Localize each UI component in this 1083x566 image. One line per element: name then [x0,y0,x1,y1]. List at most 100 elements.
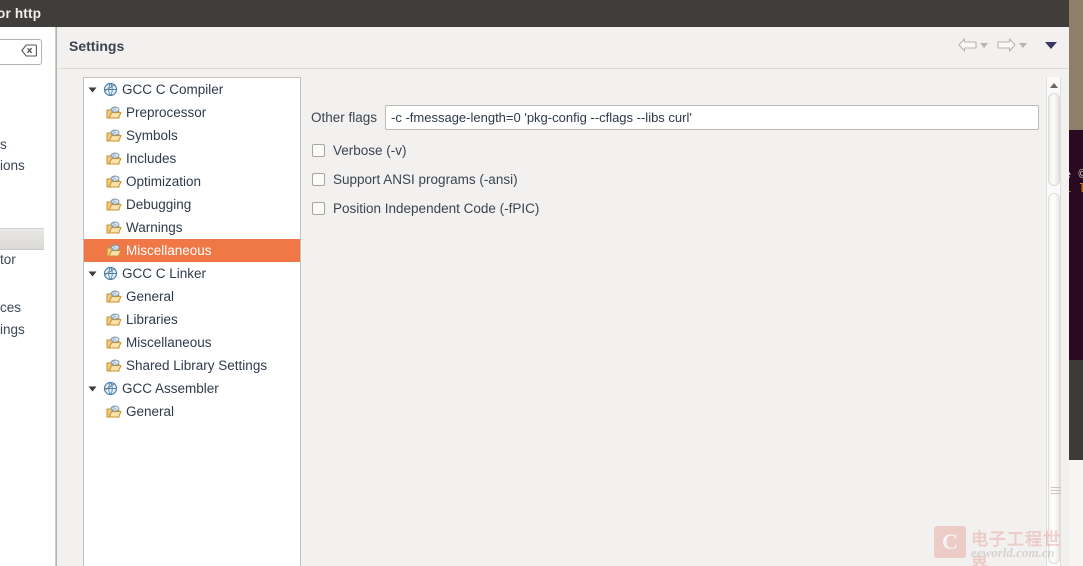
dialog-header: Settings [57,27,1069,69]
chevron-down-icon[interactable] [980,42,988,48]
clear-icon[interactable] [20,44,38,60]
folder-icon [106,198,122,210]
top-panel-bar: or http [0,0,1069,27]
tree-item-warnings[interactable]: Warnings [84,216,300,239]
tree-expand-toggle[interactable] [84,270,100,278]
checkbox-label: Support ANSI programs (-ansi) [333,172,518,187]
background-text-fragment: s [0,137,7,152]
scroll-up-arrow-icon[interactable] [1048,78,1060,92]
tree-item-optimization[interactable]: Optimization [84,170,300,193]
forward-arrow-icon [997,38,1016,52]
folder-icon [106,290,122,302]
tree-item-label: Preprocessor [126,105,207,120]
back-arrow-icon [958,38,977,52]
folder-icon [106,175,122,187]
settings-tree[interactable]: GCC C Compiler Preprocessor Symbols Include… [83,77,301,566]
folder-icon [104,244,124,258]
background-list-highlight [0,228,44,250]
checkbox-row-position-independent-code-fpic[interactable]: Position Independent Code (-fPIC) [312,201,539,216]
background-text-fragment: ions [0,158,25,173]
folder-icon [106,359,122,371]
other-flags-row: Other flags [311,105,1039,130]
tree-item-general[interactable]: General [84,400,300,423]
tree-item-label: Optimization [126,174,202,189]
tree-item-label: GCC Assembler [122,381,219,396]
compiler-icon [103,82,117,97]
folder-icon [104,405,124,419]
scrollbar-thumb-upper[interactable] [1048,93,1060,186]
tree-item-label: GCC C Linker [122,266,207,281]
folder-icon [104,198,124,212]
tree-item-debugging[interactable]: Debugging [84,193,300,216]
folder-icon [104,336,124,350]
folder-icon [104,175,124,189]
view-menu-icon[interactable] [1045,41,1057,49]
folder-icon [104,152,124,166]
tree-item-label: General [126,289,175,304]
settings-content-pane: Other flags Verbose (-v) Support ANSI pro… [303,77,1047,566]
header-navigation [958,38,1057,52]
folder-icon [104,313,124,327]
tree-item-includes[interactable]: Includes [84,147,300,170]
top-panel-title: or http [0,6,42,21]
background-window-left: s ions tor ces ings [0,27,56,566]
tree-expand-toggle[interactable] [84,86,100,94]
forward-button[interactable] [997,38,1027,52]
scrollbar-thumb-lower[interactable] [1048,193,1061,564]
tree-item-miscellaneous[interactable]: Miscellaneous [84,331,300,354]
tree-item-gcc-assembler[interactable]: GCC Assembler [84,377,300,400]
tree-item-label: Shared Library Settings [126,358,268,373]
other-flags-input[interactable] [385,105,1039,130]
folder-icon [104,221,124,235]
tree-item-label: GCC C Compiler [122,82,224,97]
other-flags-label: Other flags [311,110,378,125]
tree-item-label: Warnings [126,220,183,235]
checkbox-input[interactable] [312,144,325,157]
folder-icon [104,290,124,304]
tree-item-shared-library-settings[interactable]: Shared Library Settings [84,354,300,377]
compiler-icon [103,266,117,281]
folder-icon [106,336,122,348]
tree-item-miscellaneous[interactable]: Miscellaneous [84,239,300,262]
tree-item-general[interactable]: General [84,285,300,308]
folder-icon [104,359,124,373]
compiler-icon [100,82,120,97]
checkbox-row-verbose-v[interactable]: Verbose (-v) [312,143,407,158]
compiler-icon [100,381,120,396]
back-button[interactable] [958,38,988,52]
folder-icon [104,106,124,120]
background-text-fragment: ings [0,322,25,337]
tree-item-symbols[interactable]: Symbols [84,124,300,147]
checkbox-input[interactable] [312,173,325,186]
tree-item-label: Miscellaneous [126,335,212,350]
checkbox-input[interactable] [312,202,325,215]
tree-item-label: Libraries [126,312,178,327]
folder-icon [106,129,122,141]
tree-item-label: Includes [126,151,177,166]
tree-item-gcc-c-linker[interactable]: GCC C Linker [84,262,300,285]
tree-item-libraries[interactable]: Libraries [84,308,300,331]
tree-item-gcc-c-compiler[interactable]: GCC C Compiler [84,78,300,101]
compiler-icon [100,266,120,281]
compiler-icon [103,381,117,396]
page-title: Settings [69,38,125,54]
tree-item-label: Symbols [126,128,178,143]
folder-icon [106,221,122,233]
chevron-down-icon[interactable] [1019,42,1027,48]
tree-item-label: General [126,404,175,419]
background-search-field[interactable] [0,39,42,65]
scrollbar-grip [1051,487,1061,494]
checkbox-label: Position Independent Code (-fPIC) [333,201,540,216]
settings-dialog: Settings GCC C Compiler Preprocessor Sym… [56,27,1069,566]
tree-expand-toggle[interactable] [84,385,100,393]
vertical-scrollbar[interactable] [1046,77,1061,566]
folder-icon [104,129,124,143]
background-text-fragment: tor [0,252,16,267]
screen: e © l l or http sionstorcesings Settings [0,0,1083,566]
tree-item-label: Debugging [126,197,192,212]
tree-item-label: Miscellaneous [126,243,212,258]
tree-item-preprocessor[interactable]: Preprocessor [84,101,300,124]
folder-icon [106,405,122,417]
checkbox-row-support-ansi-programs-ansi[interactable]: Support ANSI programs (-ansi) [312,172,518,187]
folder-icon [106,244,122,256]
